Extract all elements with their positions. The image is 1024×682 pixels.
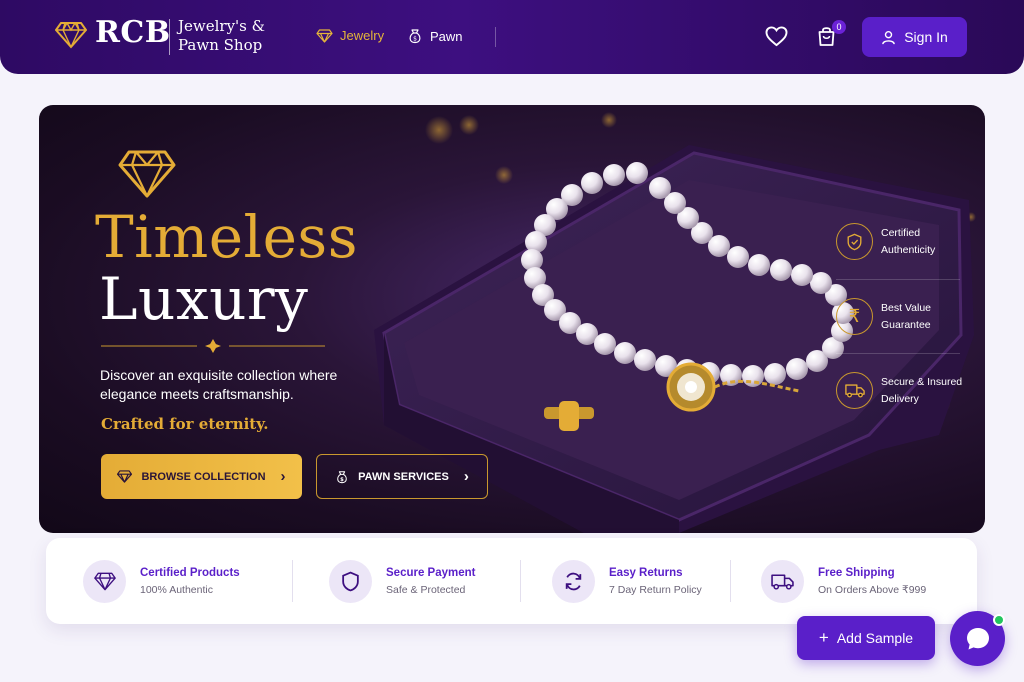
truck-icon — [844, 384, 865, 398]
browse-collection-label: BROWSE COLLECTION — [141, 470, 266, 483]
feature-secure-delivery: Secure & Insured Delivery — [836, 372, 962, 409]
user-icon — [882, 30, 896, 44]
info-2-subtitle: Safe & Protected — [386, 584, 466, 596]
truck-icon — [771, 574, 794, 590]
feature-2-line1: Best Value — [881, 301, 932, 314]
hero-diamond-icon — [118, 150, 176, 198]
chevron-right-icon: › — [280, 468, 286, 485]
feature-divider — [836, 353, 960, 354]
add-sample-label: Add Sample — [836, 630, 914, 646]
svg-text:$: $ — [413, 36, 417, 43]
nav-divider — [495, 27, 496, 47]
feature-1-line2: Authenticity — [881, 243, 936, 256]
feature-3-line2: Delivery — [881, 392, 919, 405]
info-3-title: Easy Returns — [609, 567, 683, 579]
feature-3-line1: Secure & Insured — [881, 375, 963, 388]
nav-jewelry-label: Jewelry — [340, 28, 385, 43]
info-easy-returns: Easy Returns 7 Day Return Policy — [552, 560, 702, 603]
add-sample-button[interactable]: + Add Sample — [797, 616, 935, 660]
feature-divider — [836, 279, 960, 280]
ornament-divider — [101, 339, 325, 353]
strip-divider — [292, 560, 293, 602]
info-4-subtitle: On Orders Above ₹999 — [818, 584, 927, 596]
shield-check-icon — [847, 233, 862, 250]
cart-count-badge: 0 — [832, 20, 846, 34]
shield-icon — [342, 571, 359, 592]
nav-pawn[interactable]: $ Pawn — [407, 28, 463, 44]
diamond-icon — [316, 28, 333, 43]
feature-best-value: ₹ Best Value Guarantee — [836, 298, 931, 335]
feature-certified-authenticity: Certified Authenticity — [836, 223, 935, 260]
hero-banner: Timeless Luxury Discover an exquisite co… — [39, 105, 985, 533]
feature-2-line2: Guarantee — [881, 318, 931, 331]
hero-title-line2: Luxury — [99, 265, 309, 333]
logo-diamond-icon — [55, 22, 87, 49]
logo-divider — [169, 19, 170, 55]
nav-jewelry[interactable]: Jewelry — [316, 28, 384, 43]
hero-title-line1: Timeless — [95, 203, 358, 271]
pawn-services-label: PAWN SERVICES — [358, 470, 449, 483]
svg-text:$: $ — [340, 476, 344, 482]
pawn-services-button[interactable]: $ PAWN SERVICES › — [316, 454, 488, 499]
info-certified-products: Certified Products 100% Authentic — [83, 560, 240, 603]
diamond-icon — [93, 572, 116, 591]
hero-tagline: Crafted for eternity. — [101, 415, 269, 433]
info-2-title: Secure Payment — [386, 567, 476, 579]
browse-collection-button[interactable]: BROWSE COLLECTION › — [101, 454, 302, 499]
info-free-shipping: Free Shipping On Orders Above ₹999 — [761, 560, 926, 603]
info-3-subtitle: 7 Day Return Policy — [609, 584, 702, 596]
online-status-dot — [993, 614, 1005, 626]
strip-divider — [730, 560, 731, 602]
strip-divider — [520, 560, 521, 602]
info-1-subtitle: 100% Authentic — [140, 584, 213, 596]
rupee-icon: ₹ — [848, 306, 861, 327]
refresh-icon — [565, 572, 582, 591]
top-header: RCB Jewelry's & Pawn Shop Jewelry $ Pawn… — [0, 0, 1024, 74]
brand-logo[interactable]: RCB — [95, 15, 171, 50]
info-secure-payment: Secure Payment Safe & Protected — [329, 560, 476, 603]
money-bag-icon: $ — [409, 29, 421, 44]
feature-1-line1: Certified — [881, 226, 921, 239]
info-4-title: Free Shipping — [818, 567, 895, 579]
diamond-icon — [117, 470, 133, 483]
brand-subtitle: Jewelry's & Pawn Shop — [178, 17, 265, 54]
sign-in-button[interactable]: Sign In — [862, 17, 967, 57]
wishlist-heart-icon[interactable] — [765, 26, 788, 47]
info-1-title: Certified Products — [140, 567, 240, 579]
chat-bubble-icon — [966, 627, 989, 649]
money-bag-icon: $ — [337, 470, 347, 483]
chevron-right-icon: › — [463, 468, 469, 485]
plus-icon: + — [818, 628, 829, 647]
sign-in-label: Sign In — [904, 29, 948, 45]
info-strip: Certified Products 100% Authentic Secure … — [46, 538, 977, 624]
nav-pawn-label: Pawn — [430, 28, 463, 44]
hero-description: Discover an exquisite collection where e… — [100, 367, 338, 402]
